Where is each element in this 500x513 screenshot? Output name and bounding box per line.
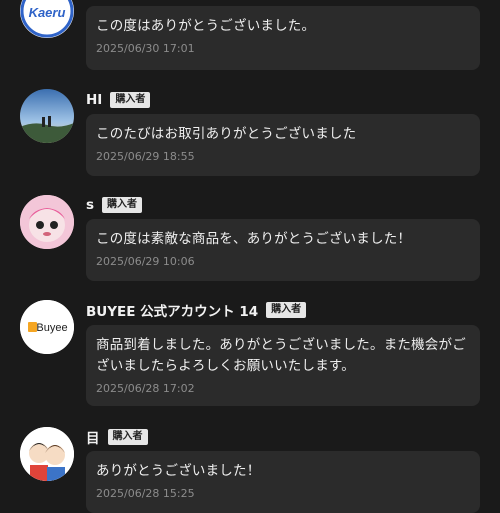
avatar[interactable]: Buyee: [20, 300, 74, 354]
username[interactable]: HI: [86, 92, 102, 108]
review-timestamp: 2025/06/30 17:01: [96, 42, 195, 55]
username[interactable]: 目: [86, 427, 100, 447]
avatar[interactable]: [20, 195, 74, 249]
review-message: ありがとうございました！: [96, 463, 261, 479]
buyer-badge: 購入者: [102, 197, 143, 213]
buyer-badge: 購入者: [266, 302, 307, 318]
review-message: この度は素敵な商品を、ありがとうございました！: [96, 231, 412, 247]
review-message: 商品到着しました。ありがとうございました。また機会がございましたらよろしくお願い…: [96, 337, 466, 374]
username[interactable]: s: [86, 197, 94, 213]
review-timestamp: 2025/06/29 10:06: [96, 255, 195, 268]
avatar[interactable]: [20, 427, 74, 481]
username[interactable]: BUYEE 公式アカウント 14: [86, 300, 258, 320]
review-timestamp: 2025/06/29 18:55: [96, 150, 195, 163]
review-message: このたびはお取引ありがとうございました: [96, 126, 357, 142]
review-bubble: この度はありがとうございました。 2025/06/30 17:01: [86, 6, 480, 70]
avatar-logo-text: Buyee: [36, 322, 67, 334]
buyer-badge: 購入者: [107, 429, 148, 445]
review-timestamp: 2025/06/28 17:02: [96, 382, 195, 395]
buyer-badge: 購入者: [110, 92, 151, 108]
avatar-logo-text: Kaeru: [29, 5, 66, 20]
review-bubble: ありがとうございました！ 2025/06/28 15:25: [86, 451, 480, 513]
avatar[interactable]: Kaeru: [20, 0, 74, 38]
review-bubble: このたびはお取引ありがとうございました 2025/06/29 18:55: [86, 114, 480, 176]
review-message: この度はありがとうございました。: [96, 18, 316, 34]
avatar[interactable]: [20, 89, 74, 143]
review-bubble: 商品到着しました。ありがとうございました。また機会がございましたらよろしくお願い…: [86, 325, 480, 406]
review-bubble: この度は素敵な商品を、ありがとうございました！ 2025/06/29 10:06: [86, 219, 480, 281]
review-timestamp: 2025/06/28 15:25: [96, 487, 195, 500]
